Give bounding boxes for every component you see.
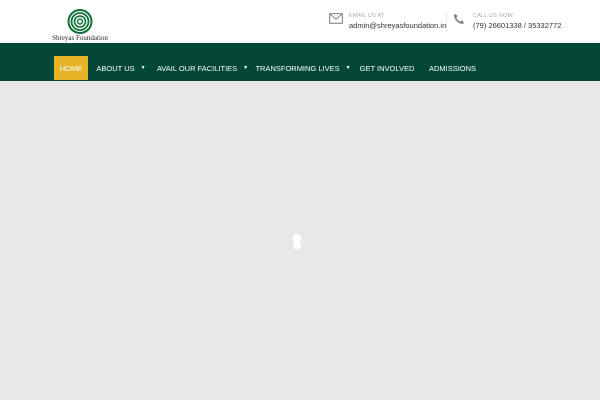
phone-label: CALL US NOW [473, 13, 513, 19]
envelope-icon [329, 13, 343, 24]
nav-admissions-label: ADMISSIONS [428, 63, 477, 73]
caret-down-icon: ▼ [140, 65, 146, 71]
phone-number-link[interactable]: (79) 26601338 / 35332772 [473, 21, 561, 30]
nav-about-us-label: ABOUT US [96, 63, 135, 73]
nav-get-involved-label: GET INVOLVED [359, 63, 415, 73]
nav-about-us[interactable]: ABOUT US ▼ [93, 56, 149, 80]
email-address-link[interactable]: admin@shreyasfoundation.in [349, 21, 446, 30]
nav-transforming-lives-label: TRANSFORMING LIVES [255, 63, 340, 73]
nav-avail-our-facilities-label: AVAIL OUR FACILITIES [156, 63, 238, 73]
nav-home[interactable]: HOME [54, 56, 88, 80]
main-nav: HOME ABOUT US ▼ AVAIL OUR FACILITIES ▼ T… [0, 43, 600, 81]
contact-divider [446, 12, 447, 32]
email-label: EMAIL US AT [349, 13, 385, 19]
logo[interactable]: Shreyas Foundation [52, 9, 108, 43]
top-header: Shreyas Foundation EMAIL US AT admin@shr… [0, 0, 600, 43]
email-contact: EMAIL US AT admin@shreyasfoundation.in [329, 11, 446, 33]
nav-home-label: HOME [59, 63, 83, 73]
spiral-logo-icon [67, 9, 93, 34]
caret-down-icon: ▼ [345, 65, 351, 71]
nav-admissions[interactable]: ADMISSIONS [425, 56, 480, 80]
phone-contact: CALL US NOW (79) 26601338 / 35332772 [453, 11, 563, 33]
phone-icon [453, 13, 465, 25]
nav-transforming-lives[interactable]: TRANSFORMING LIVES ▼ [255, 56, 351, 80]
nav-avail-our-facilities[interactable]: AVAIL OUR FACILITIES ▼ [155, 56, 250, 80]
nav-get-involved[interactable]: GET INVOLVED [357, 56, 417, 80]
logo-text: Shreyas Foundation [52, 34, 108, 42]
loading-spinner-icon [290, 233, 304, 256]
caret-down-icon: ▼ [243, 65, 249, 71]
